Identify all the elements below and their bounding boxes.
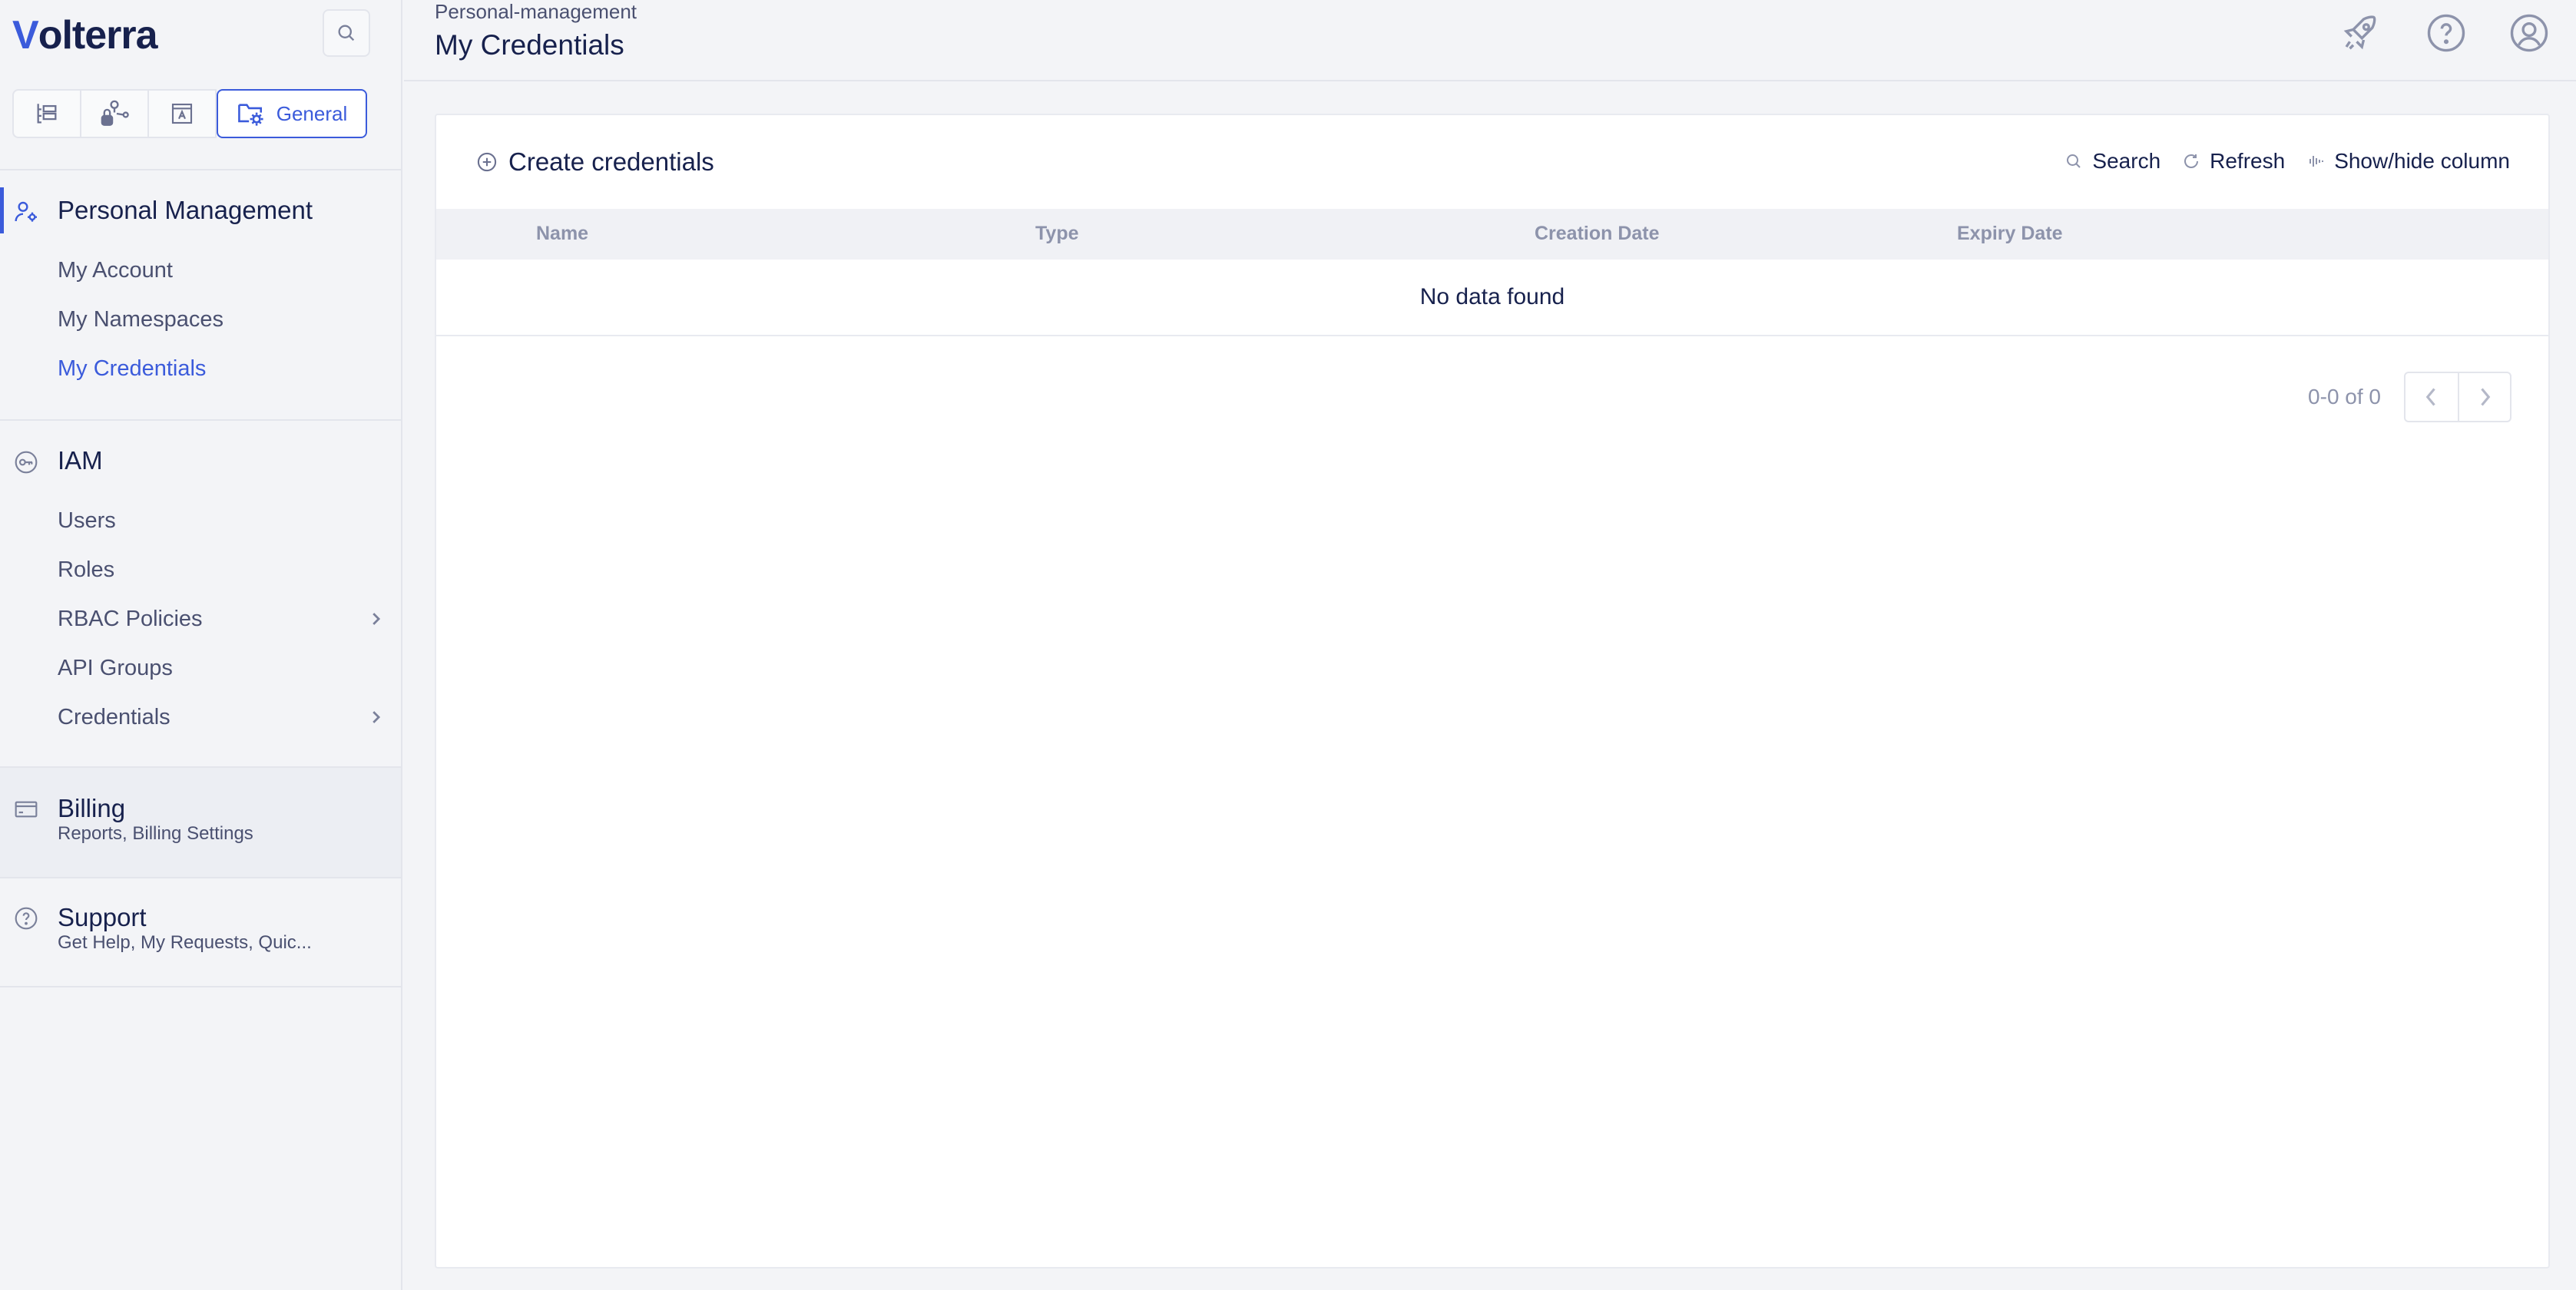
sidebar-item-label: Roles xyxy=(58,557,115,582)
credit-card-icon xyxy=(15,801,38,818)
previous-page-button[interactable] xyxy=(2405,373,2458,421)
plus-circle-icon xyxy=(477,152,497,172)
sidebar-item-label: My Namespaces xyxy=(58,306,223,332)
section-support[interactable]: Support Get Help, My Requests, Quic... xyxy=(0,903,401,964)
sidebar-item-label: Credentials xyxy=(58,704,171,729)
search-icon xyxy=(338,25,355,41)
key-circle-icon xyxy=(15,451,38,474)
section-title: Support xyxy=(58,903,147,931)
section-iam[interactable]: IAM xyxy=(0,438,401,484)
user-circle-icon xyxy=(2510,14,2548,52)
table-header: Name Type Creation Date Expiry Date xyxy=(436,209,2548,260)
divider xyxy=(0,169,401,170)
user-gear-icon xyxy=(15,201,37,222)
search-label: Search xyxy=(2092,149,2161,173)
create-credentials-button[interactable]: Create credentials xyxy=(476,147,714,177)
divider xyxy=(0,986,401,987)
credentials-card: Create credentials Search Refresh Show/h… xyxy=(435,114,2550,1268)
pagination-range: 0-0 of 0 xyxy=(2308,385,2381,408)
create-credentials-label: Create credentials xyxy=(508,147,714,176)
next-page-button[interactable] xyxy=(2458,373,2510,421)
section-subtitle: Reports, Billing Settings xyxy=(58,823,253,844)
sidebar-item-my-namespaces[interactable]: My Namespaces xyxy=(58,299,396,339)
column-header-expiry-date[interactable]: Expiry Date xyxy=(1957,223,2063,245)
sidebar-item-label: My Account xyxy=(58,257,173,283)
sidebar-item-roles[interactable]: Roles xyxy=(58,550,396,590)
app-window-icon xyxy=(171,103,193,124)
whats-new-button[interactable] xyxy=(2339,12,2381,54)
refresh-button[interactable]: Refresh xyxy=(2182,149,2285,174)
divider xyxy=(0,419,401,421)
column-header-type[interactable]: Type xyxy=(1035,223,1079,245)
logo-wordmark: olterra xyxy=(38,13,158,58)
breadcrumb[interactable]: Personal-management xyxy=(435,0,637,24)
page-header: Personal-management My Credentials xyxy=(404,0,2576,81)
sidebar-item-rbac-policies[interactable]: RBAC Policies xyxy=(58,599,396,639)
table-toolbar: Create credentials Search Refresh Show/h… xyxy=(436,115,2548,209)
workspace-tabs: General xyxy=(12,89,367,138)
section-title: IAM xyxy=(58,446,103,475)
divider xyxy=(0,877,401,878)
column-header-creation-date[interactable]: Creation Date xyxy=(1535,223,1660,245)
help-circle-icon xyxy=(2427,14,2465,52)
search-button[interactable]: Search xyxy=(2064,149,2160,174)
sidebar-item-my-account[interactable]: My Account xyxy=(58,250,396,290)
tab-general[interactable]: General xyxy=(217,89,367,138)
chevron-right-icon xyxy=(372,613,381,625)
tab-network-security[interactable] xyxy=(80,89,149,138)
sidebar-search-button[interactable] xyxy=(323,9,370,57)
toolbar-actions: Search Refresh Show/hide column xyxy=(2064,149,2510,174)
sidebar-item-my-credentials[interactable]: My Credentials xyxy=(58,349,396,389)
page-title: My Credentials xyxy=(435,29,624,61)
show-hide-column-button[interactable]: Show/hide column xyxy=(2306,149,2510,174)
user-account-button[interactable] xyxy=(2508,12,2550,54)
rocket-icon xyxy=(2343,15,2376,50)
sidebar-item-label: My Credentials xyxy=(58,356,207,381)
tab-hierarchy[interactable] xyxy=(12,89,81,138)
volterra-logo[interactable]: Volterra xyxy=(12,13,158,58)
sidebar-item-users[interactable]: Users xyxy=(58,501,396,541)
sidebar-item-credentials[interactable]: Credentials xyxy=(58,697,396,737)
refresh-label: Refresh xyxy=(2210,149,2286,173)
search-icon xyxy=(2067,154,2081,168)
empty-state: No data found xyxy=(436,260,2548,336)
pagination-buttons xyxy=(2404,372,2511,422)
pagination: 0-0 of 0 xyxy=(2308,372,2511,422)
column-header-name[interactable]: Name xyxy=(536,223,588,245)
section-subtitle: Get Help, My Requests, Quic... xyxy=(58,932,312,953)
sidebar-item-label: RBAC Policies xyxy=(58,606,203,631)
empty-message: No data found xyxy=(1419,284,1565,309)
chevron-right-icon xyxy=(2481,388,2491,406)
chevron-left-icon xyxy=(2425,388,2435,406)
section-title: Billing xyxy=(58,794,126,822)
tab-app[interactable] xyxy=(147,89,217,138)
sidebar: Volterra General Personal Management My … xyxy=(0,0,402,1290)
help-circle-icon xyxy=(15,907,38,930)
logo-mark: V xyxy=(12,13,39,58)
refresh-icon xyxy=(2184,154,2199,168)
chevron-right-icon xyxy=(372,711,381,723)
sidebar-item-label: API Groups xyxy=(58,655,173,680)
hierarchy-icon xyxy=(37,104,57,124)
section-billing[interactable]: Billing Reports, Billing Settings xyxy=(0,794,401,855)
app-root: Volterra General Personal Management My … xyxy=(0,0,2576,1290)
sidebar-item-api-groups[interactable]: API Groups xyxy=(58,648,396,688)
show-hide-column-label: Show/hide column xyxy=(2334,149,2510,173)
tab-general-label: General xyxy=(276,101,348,125)
network-lock-icon xyxy=(101,100,129,126)
folder-gear-icon xyxy=(237,104,263,126)
section-title: Personal Management xyxy=(58,196,313,224)
columns-icon xyxy=(2309,156,2324,167)
help-button[interactable] xyxy=(2425,12,2467,54)
sidebar-item-label: Users xyxy=(58,508,116,533)
section-personal-management[interactable]: Personal Management xyxy=(0,187,401,233)
